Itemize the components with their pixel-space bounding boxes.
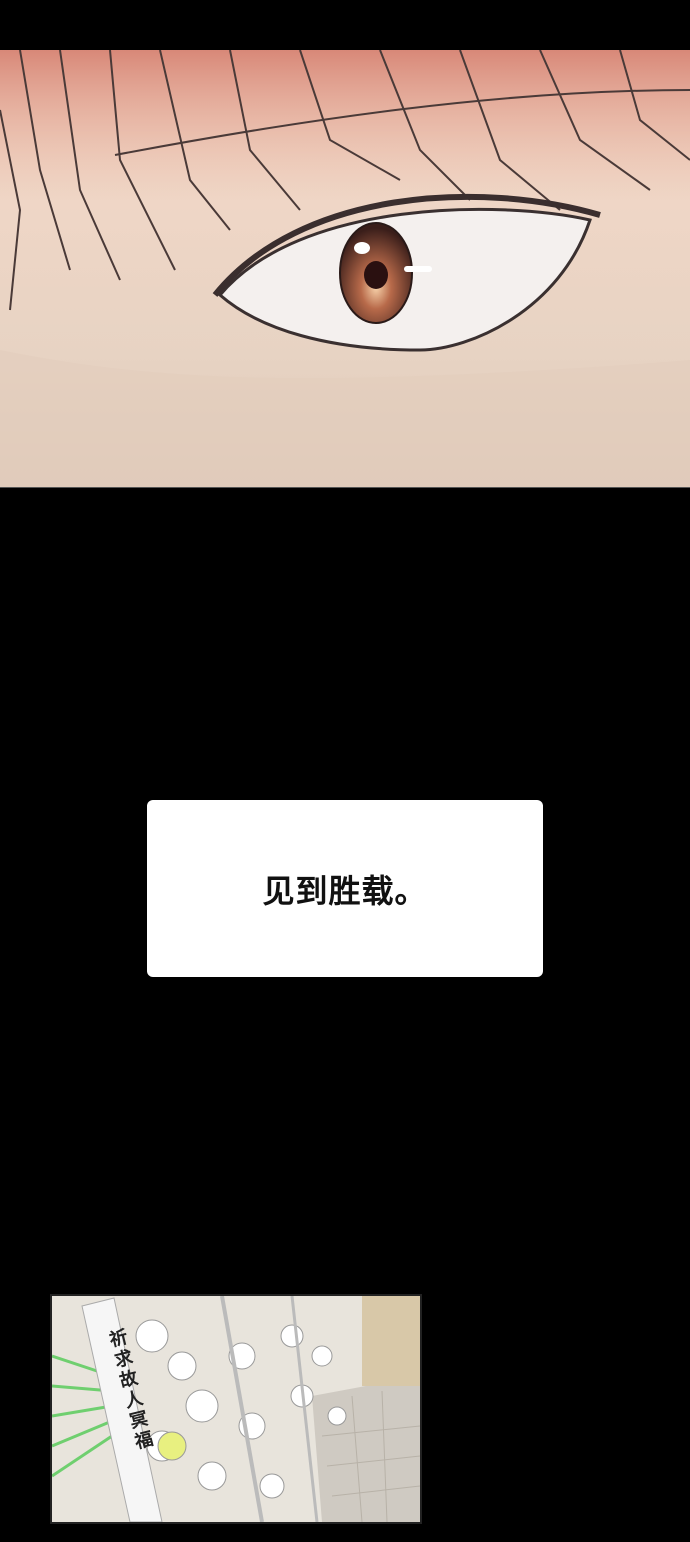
caption-box: 见到胜载。	[147, 800, 543, 977]
eye-closeup-panel	[0, 50, 690, 488]
eye-illustration	[0, 50, 690, 487]
caption-text: 见到胜载。	[262, 871, 428, 910]
